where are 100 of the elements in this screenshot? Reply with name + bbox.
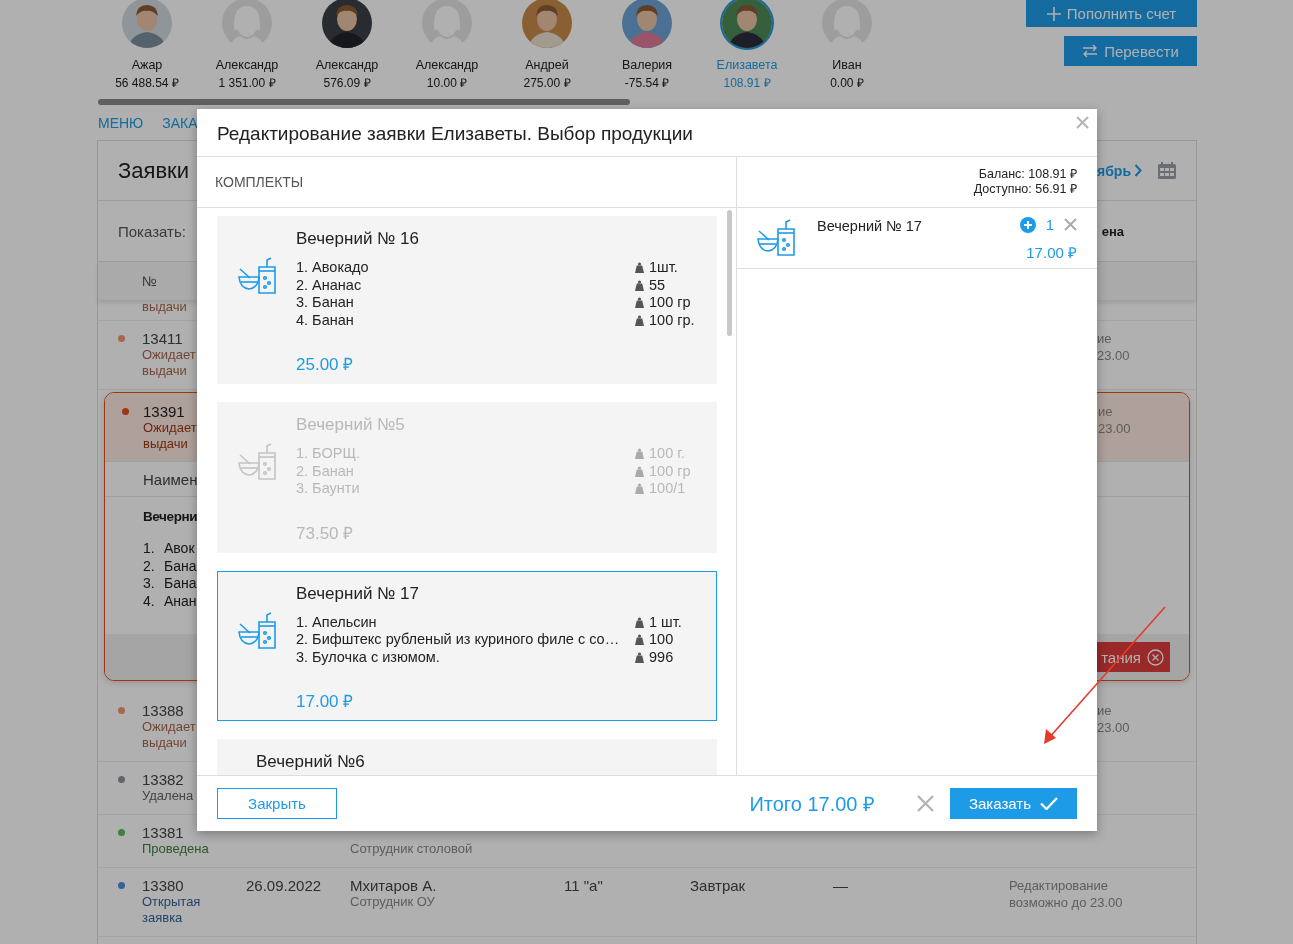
order-status: Ожидает выдачи bbox=[142, 347, 197, 379]
weight-icon bbox=[635, 651, 644, 663]
weight-icon bbox=[635, 279, 644, 291]
order-status: Ожидает выдачи bbox=[143, 420, 198, 452]
dialog-title: Редактирование заявки Елизаветы. Выбор продукции bbox=[217, 122, 693, 145]
plus-circle-icon[interactable] bbox=[1019, 216, 1036, 233]
order-note: 23.00 bbox=[1098, 420, 1132, 437]
dish-weight: 100 гр bbox=[649, 294, 691, 312]
set-price: 25.00 ₽ bbox=[296, 354, 355, 375]
close-circle-icon bbox=[1147, 648, 1164, 666]
set-title: Вечерний №6 bbox=[256, 752, 366, 772]
set-card[interactable]: Вечерний № 16 1. Авокадо 1шт. 2. Ананас 55 3. Банан 100 гр 4. Банан 100 гр. 25.00 ₽ bbox=[217, 216, 717, 384]
child-name[interactable]: Ажар bbox=[131, 58, 163, 72]
dish-name: 4. Банан bbox=[296, 311, 354, 329]
transfer-icon bbox=[1082, 44, 1099, 58]
item-name: Бана bbox=[164, 575, 197, 593]
order-sum: — bbox=[833, 877, 848, 894]
dish-name: 3. Банан bbox=[296, 294, 354, 312]
close-icon[interactable] bbox=[1076, 116, 1089, 129]
customer-name: Мхитаров А. bbox=[350, 877, 438, 894]
food-icon bbox=[756, 217, 796, 257]
dish-weight: 100 г. bbox=[649, 445, 685, 463]
weight-icon bbox=[635, 465, 644, 477]
order-date: 26.09.2022 bbox=[246, 877, 322, 894]
meal-name: Завтрак bbox=[690, 877, 746, 894]
total-amount: Итого 17.00 ₽ bbox=[749, 792, 875, 817]
order-note: ие bbox=[1097, 330, 1113, 347]
dish-name: 1. Авокадо bbox=[296, 259, 369, 277]
child-balance: -75.54 ₽ bbox=[624, 75, 670, 91]
order-row[interactable]: 13380 Открытая заявка 26.09.2022 Мхитаров А. Сотрудник ОУ 11 "а" Завтрак — Редактирование возможно до 23.00 bbox=[98, 868, 1196, 937]
child-name[interactable]: Иван bbox=[832, 58, 862, 72]
set-title: Вечерний № 17 bbox=[296, 583, 420, 604]
dish-weight: 100/1 bbox=[649, 480, 686, 498]
dish-weight: 55 bbox=[649, 276, 666, 294]
quantity: 1 bbox=[1045, 216, 1054, 233]
dish-name: 1. БОРЩ. bbox=[296, 445, 361, 463]
order-status: Ожидает выдачи bbox=[142, 719, 197, 751]
item-number: 4. bbox=[143, 592, 156, 610]
order-status: выдачи bbox=[142, 300, 188, 314]
customer-role: Сотрудник столовой bbox=[350, 841, 474, 857]
child-balance: 56 488.54 ₽ bbox=[115, 75, 179, 91]
chevron-right-icon[interactable] bbox=[1134, 164, 1142, 177]
order-note: 23.00 bbox=[1097, 347, 1131, 364]
child-balance: 1 351.00 ₽ bbox=[218, 75, 276, 91]
check-icon bbox=[1040, 797, 1058, 810]
item-number: 1. bbox=[143, 540, 156, 558]
calendar-icon[interactable] bbox=[1158, 162, 1176, 179]
dish-weight: 996 bbox=[649, 648, 674, 666]
item-number: 2. bbox=[143, 557, 156, 575]
item-name: Бана bbox=[164, 557, 197, 575]
weight-icon bbox=[635, 314, 644, 326]
weight-icon bbox=[635, 297, 644, 309]
child-balance: 275.00 ₽ bbox=[523, 75, 571, 91]
item-number: 3. bbox=[143, 575, 156, 593]
set-price: 73.50 ₽ bbox=[296, 522, 355, 544]
child-name[interactable]: Андрей bbox=[525, 58, 569, 72]
filter-label: Показать: bbox=[118, 222, 186, 240]
order-note: Редактирование возможно до 23.00 bbox=[1009, 877, 1124, 911]
scrollbar[interactable] bbox=[727, 210, 732, 336]
order-status: Открытая заявка bbox=[142, 894, 202, 926]
set-card[interactable]: Вечерний №6 bbox=[217, 739, 717, 775]
child-balance: 576.09 ₽ bbox=[323, 75, 371, 91]
dish-weight: 1 шт. bbox=[649, 613, 682, 631]
child-balance: 0.00 ₽ bbox=[830, 75, 864, 91]
dish-name: 3. Булочка с изюмом. bbox=[296, 648, 440, 666]
close-icon[interactable] bbox=[1064, 218, 1077, 231]
order-number[interactable]: 13380 bbox=[142, 877, 246, 894]
panel-title: Заявки bbox=[118, 157, 190, 184]
child-balance: 10.00 ₽ bbox=[426, 75, 468, 91]
filter-option[interactable]: ена bbox=[1101, 223, 1124, 239]
set-title: Вечерний №5 bbox=[296, 415, 406, 435]
class-name: 11 "а" bbox=[564, 877, 603, 894]
available-text: Доступно: 56.91 ₽ bbox=[973, 182, 1077, 197]
child-name[interactable]: Александр bbox=[215, 58, 279, 72]
plus-icon bbox=[1046, 6, 1061, 21]
order-status: Удалена bbox=[142, 788, 195, 804]
dish-name: 2. Банан bbox=[296, 462, 354, 480]
item-name: Авок bbox=[164, 540, 195, 558]
food-icon bbox=[237, 255, 277, 295]
close-icon[interactable] bbox=[917, 795, 934, 812]
child-name[interactable]: Александр bbox=[415, 58, 479, 72]
set-card[interactable]: Вечерний № 17 1. Апельсин 1 шт. 2. Бифштекс рубленый из куриного филе с со… 100 3. Булочка с изюмом. 996 17.00 ₽ bbox=[217, 570, 717, 721]
dish-weight: 100 bbox=[649, 631, 674, 649]
column-header: № bbox=[142, 273, 158, 289]
set-title: Вечерний № 16 bbox=[296, 229, 420, 249]
dish-weight: 100 гр. bbox=[649, 311, 695, 329]
customer-role: Сотрудник ОУ bbox=[350, 894, 436, 910]
weight-icon bbox=[635, 616, 644, 628]
child-name[interactable]: Александр bbox=[315, 58, 379, 72]
order-note: ие bbox=[1097, 702, 1113, 719]
dish-name: 2. Ананас bbox=[296, 276, 362, 294]
order-status: Проведена bbox=[142, 841, 210, 857]
dish-name: 2. Бифштекс рубленый из куриного филе с со… bbox=[296, 631, 620, 649]
weight-icon bbox=[635, 262, 644, 274]
dish-weight: 100 гр bbox=[649, 462, 691, 480]
cart-item-name: Вечерний № 17 bbox=[817, 218, 923, 234]
food-icon bbox=[237, 609, 277, 650]
child-name[interactable]: Валерия bbox=[621, 58, 673, 72]
scrollbar[interactable] bbox=[98, 99, 630, 105]
order-note: 23.00 bbox=[1097, 719, 1131, 736]
